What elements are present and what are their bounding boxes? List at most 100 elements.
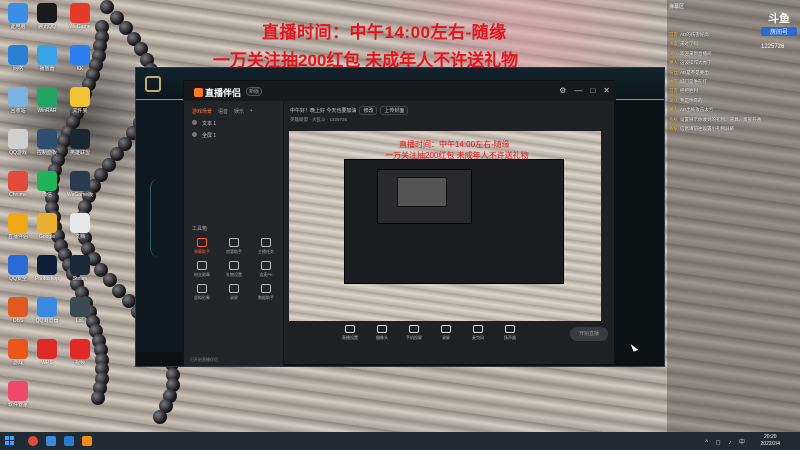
chrome-icon[interactable] — [28, 436, 38, 446]
toolbox-item[interactable]: 礼物设置 — [220, 261, 248, 278]
chat-username[interactable]: 粉丝 — [669, 70, 678, 75]
toolbox-grid: 弹幕助手 房管助手 主播任务粉丝勋章 礼物设置 连麦PK 虚拟形象 录屏 数据助手 — [188, 238, 280, 301]
desktop-icon[interactable]: OBS — [3, 297, 33, 324]
scene-item[interactable]: 文本 1 — [184, 115, 283, 127]
desktop-icon-label: 此电脑 — [10, 24, 26, 30]
tab-voice[interactable]: 语音 — [218, 108, 228, 115]
desktop-icon[interactable]: 英雄联盟 — [65, 129, 95, 156]
toolbox-item[interactable]: 数据助手 — [252, 284, 280, 301]
desktop-icon[interactable]: 微信 — [32, 171, 62, 198]
taskbar-clock[interactable]: 20:20 2022/2/4 — [761, 434, 780, 448]
scene-item[interactable]: 全屏 1 — [184, 127, 283, 139]
chat-username[interactable]: 游客 — [669, 88, 678, 93]
close-icon[interactable]: ✕ — [603, 86, 610, 95]
tab-entertainment[interactable]: 娱乐 — [234, 108, 244, 115]
desktop-icon[interactable]: 控制面板 — [32, 129, 62, 156]
desktop-icon[interactable]: WeGame — [65, 3, 95, 30]
bottom-tool-button[interactable]: 手机投屏 — [403, 325, 425, 341]
toolbox-item[interactable]: 弹幕助手 — [188, 238, 216, 255]
chat-message: 水友 来过了吗 — [669, 41, 799, 46]
desktop-icon[interactable]: LoL — [65, 297, 95, 324]
desktop-icon-label: KK — [76, 66, 84, 72]
visibility-icon[interactable] — [192, 132, 197, 137]
desktop-icon[interactable]: 回收站 — [3, 87, 33, 114]
toolbox-item[interactable]: 主播任务 — [252, 238, 280, 255]
desktop-icon[interactable]: 直播伴侣 — [3, 213, 33, 240]
tool-icon — [261, 261, 271, 270]
live-app-icon[interactable] — [82, 436, 92, 446]
browser-icon[interactable] — [46, 436, 56, 446]
chat-username[interactable]: 路人 — [669, 107, 678, 112]
desktop-icon[interactable]: QQ游戏 — [3, 129, 33, 156]
upload-cover-button[interactable]: 上传封面 — [380, 106, 409, 115]
desktop-icon[interactable]: Chrome — [3, 171, 33, 198]
desktop-icon[interactable]: WPS — [32, 339, 62, 366]
desktop-icon[interactable]: Google — [32, 213, 62, 240]
bottom-tool-button[interactable]: 摄像头 — [371, 325, 393, 341]
visibility-icon[interactable] — [192, 120, 197, 125]
desktop-icon[interactable]: Photoshop — [32, 255, 62, 282]
chat-username[interactable]: 观众 — [669, 51, 678, 56]
desktop-icon-label: WeGame — [69, 24, 91, 30]
chat-username[interactable]: 系统 — [669, 126, 678, 131]
app-store-icon — [8, 381, 28, 401]
control-panel-icon — [37, 129, 57, 149]
toolbox-item[interactable]: 录屏 — [220, 284, 248, 301]
overlay-stream-time: 直播时间：中午14:00左右-随缘 — [262, 23, 507, 42]
tab-game[interactable]: 游戏场景 — [192, 108, 212, 115]
chat-username[interactable]: 系统 — [669, 117, 678, 122]
preview-overlay-time: 直播时间：中午14:00左右-随缘 — [399, 140, 510, 149]
desktop-icon[interactable]: QQ安全 — [3, 255, 33, 282]
network-icon — [8, 45, 28, 65]
desktop-icon[interactable]: Steam — [65, 255, 95, 282]
start-stream-button[interactable]: 开始直播 — [570, 327, 608, 341]
maximize-icon[interactable]: □ — [590, 86, 595, 95]
bottom-tool-label: 直播设置 — [342, 335, 358, 340]
tool-icon — [229, 238, 239, 247]
edit-title-button[interactable]: 修改 — [359, 106, 378, 115]
desktop-icon[interactable]: 腾讯QQ — [32, 3, 62, 30]
system-tray[interactable]: ^ ◻ ♪ 中 — [705, 437, 748, 446]
bottom-tool-button[interactable]: 麦克风 — [467, 325, 489, 341]
windows-start-icon[interactable] — [5, 436, 15, 446]
app-icon[interactable] — [64, 436, 74, 446]
chat-message: 游客 AD的伤害好高 — [669, 32, 799, 37]
kk-icon — [70, 45, 90, 65]
desktop-icon[interactable]: KK — [65, 45, 95, 72]
chat-username[interactable]: 路人 — [669, 60, 678, 65]
chat-message: 系统 设置展示你收到的礼物、道具、贵族开通 — [669, 117, 799, 122]
desktop-icon[interactable]: 软件管家 — [3, 381, 33, 408]
desktop-icon-label: LoL — [75, 318, 85, 324]
desktop-icon[interactable]: WinRAR — [32, 87, 62, 114]
desktop-icon[interactable]: 视频 — [65, 339, 95, 366]
chat-text: 欢迎来到直播间 — [680, 50, 712, 56]
chat-message: 路人 AD出纯攻击太亏 — [669, 107, 799, 112]
bottom-tool-button[interactable]: 扬声器 — [499, 325, 521, 341]
chat-username[interactable]: 水友 — [669, 41, 678, 46]
stream-category: 英雄联盟 · 大乱斗 · 1225726 — [290, 117, 348, 122]
stream-preview[interactable]: 直播时间：中午14:00左右-随缘 一万关注抽200红包 未成年人不许送礼物 — [289, 131, 601, 321]
desktop-icon[interactable]: QQ浏览器 — [32, 297, 62, 324]
desktop-icon[interactable]: 文档 — [65, 213, 95, 240]
desktop-icon[interactable]: 网络 — [3, 45, 33, 72]
desktop-icon[interactable]: 此电脑 — [3, 3, 33, 30]
add-scene-tab[interactable]: + — [250, 108, 253, 115]
chat-username[interactable]: 水友 — [669, 79, 678, 84]
toolbox-item[interactable]: 虚拟形象 — [188, 284, 216, 301]
app-version-badge[interactable]: 新版 — [246, 87, 263, 96]
desktop-icon[interactable]: WeGame版 — [65, 171, 95, 198]
streaming-app-window[interactable]: 直播伴侣 新版 ⚙ — □ ✕ 游戏场景 语音 娱乐 + 文本 1 全屏 1 工… — [183, 80, 616, 366]
league-logo-icon — [145, 76, 161, 92]
settings-icon[interactable]: ⚙ — [559, 86, 566, 95]
bottom-tool-button[interactable]: 录屏 — [435, 325, 457, 341]
desktop-icon[interactable]: 播放器 — [32, 45, 62, 72]
toolbox-item[interactable]: 房管助手 — [220, 238, 248, 255]
toolbox-item[interactable]: 连麦PK — [252, 261, 280, 278]
chat-username[interactable]: 观众 — [669, 98, 678, 103]
desktop-icon[interactable]: 文件夹 — [65, 87, 95, 114]
toolbox-item[interactable]: 粉丝勋章 — [188, 261, 216, 278]
minimize-icon[interactable]: — — [574, 86, 582, 95]
chat-username[interactable]: 游客 — [669, 32, 678, 37]
bottom-tool-button[interactable]: 直播设置 — [339, 325, 361, 341]
desktop-icon[interactable]: 游戏 — [3, 339, 33, 366]
